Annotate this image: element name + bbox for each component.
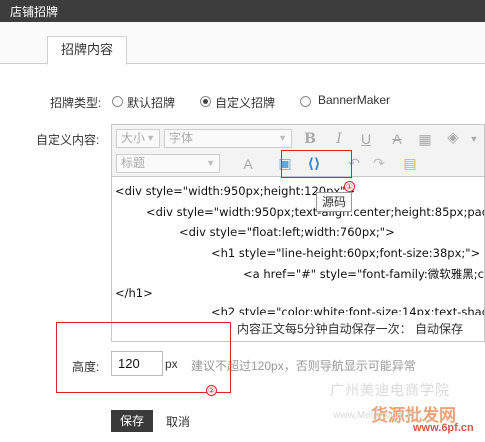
- annotation-marker-1: ①: [344, 181, 355, 192]
- code-line: </h1>: [115, 286, 153, 300]
- highlight-box-height: [56, 322, 231, 393]
- window-title: 店铺招牌: [10, 5, 59, 19]
- font-family-select[interactable]: 字体 ▼: [164, 129, 292, 148]
- clear-format-icon[interactable]: A: [238, 154, 258, 174]
- redo-icon[interactable]: ↷: [369, 153, 389, 173]
- radio-custom-sign-label[interactable]: 自定义招牌: [215, 94, 275, 111]
- bold-icon[interactable]: B: [300, 129, 320, 149]
- save-button[interactable]: 保存: [111, 410, 153, 432]
- window-titlebar: 店铺招牌: [0, 0, 485, 22]
- tab-sign-content[interactable]: 招牌内容: [47, 36, 127, 65]
- text-color-icon[interactable]: ▦: [415, 129, 435, 149]
- underline-icon[interactable]: U: [356, 129, 376, 149]
- radio-custom-sign[interactable]: [200, 96, 211, 107]
- source-tooltip: 源码: [316, 192, 353, 212]
- tab-bar: 招牌内容: [0, 22, 485, 65]
- chevron-down-icon: ▼: [146, 133, 155, 143]
- font-family-select-label: 字体: [169, 131, 194, 145]
- heading-select[interactable]: 标题 ▼: [116, 154, 220, 173]
- code-line: <div style="float:left;width:760px;">: [179, 225, 395, 239]
- chevron-down-icon[interactable]: ▼: [464, 129, 484, 149]
- cancel-button[interactable]: 取消: [166, 413, 190, 430]
- italic-icon[interactable]: I: [329, 129, 349, 149]
- autosave-status: 内容正文每5分钟自动保存一次： 自动保存: [237, 322, 464, 336]
- radio-bannermaker-label[interactable]: BannerMaker: [318, 93, 390, 107]
- annotation-marker-2: ②: [206, 385, 217, 396]
- font-size-select-label: 大小: [121, 131, 146, 145]
- custom-content-label: 自定义内容:: [36, 133, 100, 147]
- source-tooltip-text: 源码: [322, 195, 347, 209]
- highlight-box-source-button: [281, 150, 352, 178]
- fill-color-icon[interactable]: ◈: [443, 128, 463, 148]
- chevron-down-icon: ▼: [206, 158, 215, 168]
- heading-select-label: 标题: [121, 156, 146, 170]
- watermark-text: 广州美迪电商学院: [330, 382, 450, 398]
- code-line: <a href="#" style="font-family:微软雅黑;c: [243, 267, 484, 281]
- strikethrough-icon[interactable]: A: [387, 129, 407, 149]
- source-code-area[interactable]: <div style="width:950px;height:120px"> <…: [112, 178, 484, 319]
- radio-default-sign[interactable]: [112, 96, 123, 107]
- sign-type-label: 招牌类型:: [50, 96, 102, 110]
- chevron-down-icon: ▼: [278, 133, 287, 143]
- watermark-text: www.Meijie.com.cn: [333, 410, 419, 421]
- insert-table-icon[interactable]: ▤: [400, 153, 420, 173]
- font-size-select[interactable]: 大小 ▼: [116, 129, 160, 148]
- radio-default-sign-label[interactable]: 默认招牌: [127, 94, 175, 111]
- watermark-text: www.6pf.cn: [413, 422, 474, 434]
- code-line: <h1 style="line-height:60px;font-size:38…: [211, 246, 481, 260]
- radio-bannermaker[interactable]: [300, 96, 311, 107]
